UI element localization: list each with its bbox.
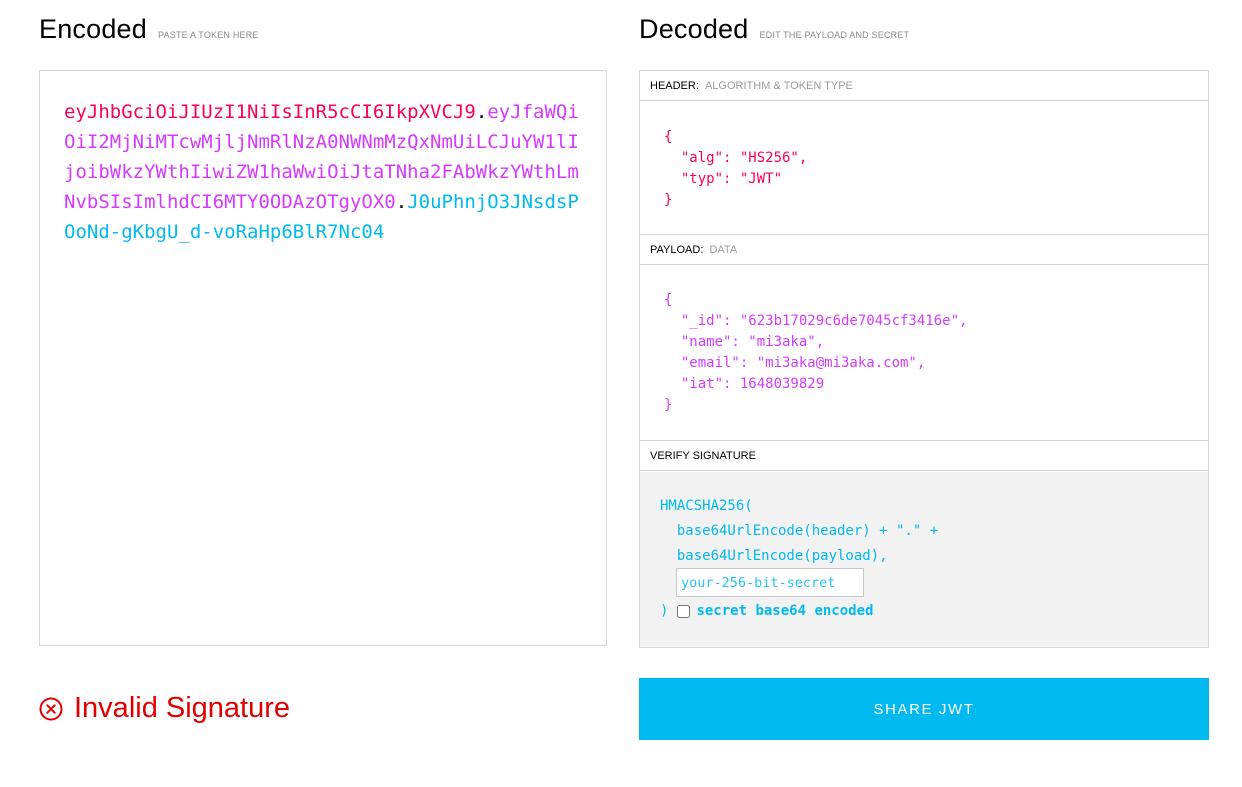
header-section-subtitle: ALGORITHM & TOKEN TYPE [704,80,853,92]
decoded-panel: HEADER: ALGORITHM & TOKEN TYPE { "alg": … [639,70,1209,648]
verify-line-header: base64UrlEncode(header) + "." + [660,523,939,539]
verify-line-payload: base64UrlEncode(payload), [660,548,888,564]
verify-line-hmac: HMACSHA256( [660,498,753,514]
share-jwt-button[interactable]: SHARE JWT [639,678,1209,740]
signature-status-text: Invalid Signature [74,692,291,724]
header-json[interactable]: { "alg": "HS256", "typ": "JWT" } [664,127,807,211]
encoded-token-text[interactable]: eyJhbGciOiJIUzI1NiIsInR5cCI6IkpXVCJ9.eyJ… [64,97,584,247]
verify-section-label: VERIFY SIGNATURE [650,450,756,462]
verify-signature-area: HMACSHA256( base64UrlEncode(header) + ".… [640,472,1208,647]
header-section-title: HEADER: ALGORITHM & TOKEN TYPE [640,71,1208,101]
verify-close-row: ) secret base64 encoded [660,599,873,623]
circle-x-icon [39,697,63,720]
verify-code: HMACSHA256( base64UrlEncode(header) + ".… [660,494,938,569]
token-dot: . [475,101,488,123]
payload-json[interactable]: { "_id": "623b17029c6de7045cf3416e", "na… [664,290,967,416]
payload-section-subtitle: DATA [709,244,738,256]
encoded-token-editor[interactable]: eyJhbGciOiJIUzI1NiIsInR5cCI6IkpXVCJ9.eyJ… [39,70,607,646]
payload-section-label: PAYLOAD: [650,244,704,256]
decoded-heading: Decoded EDIT THE PAYLOAD AND SECRET [639,14,909,45]
payload-editor[interactable]: { "_id": "623b17029c6de7045cf3416e", "na… [640,266,1208,441]
verify-section-title: VERIFY SIGNATURE [640,441,1208,471]
signature-status: Invalid Signature [39,692,290,725]
encoded-hint: PASTE A TOKEN HERE [158,30,259,40]
decoded-hint: EDIT THE PAYLOAD AND SECRET [759,30,910,40]
token-dot: . [395,191,408,213]
base64-checkbox[interactable] [677,604,691,618]
header-section-label: HEADER: [650,80,699,92]
token-header-part: eyJhbGciOiJIUzI1NiIsInR5cCI6IkpXVCJ9 [64,101,476,123]
payload-section-title: PAYLOAD: DATA [640,235,1208,265]
header-editor[interactable]: { "alg": "HS256", "typ": "JWT" } [640,102,1208,235]
base64-checkbox-label[interactable]: secret base64 encoded [696,599,873,623]
encoded-title: Encoded [39,14,147,44]
secret-input[interactable] [676,568,864,597]
decoded-title: Decoded [639,14,749,44]
encoded-heading: Encoded PASTE A TOKEN HERE [39,14,259,45]
verify-close-paren: ) [660,603,669,619]
